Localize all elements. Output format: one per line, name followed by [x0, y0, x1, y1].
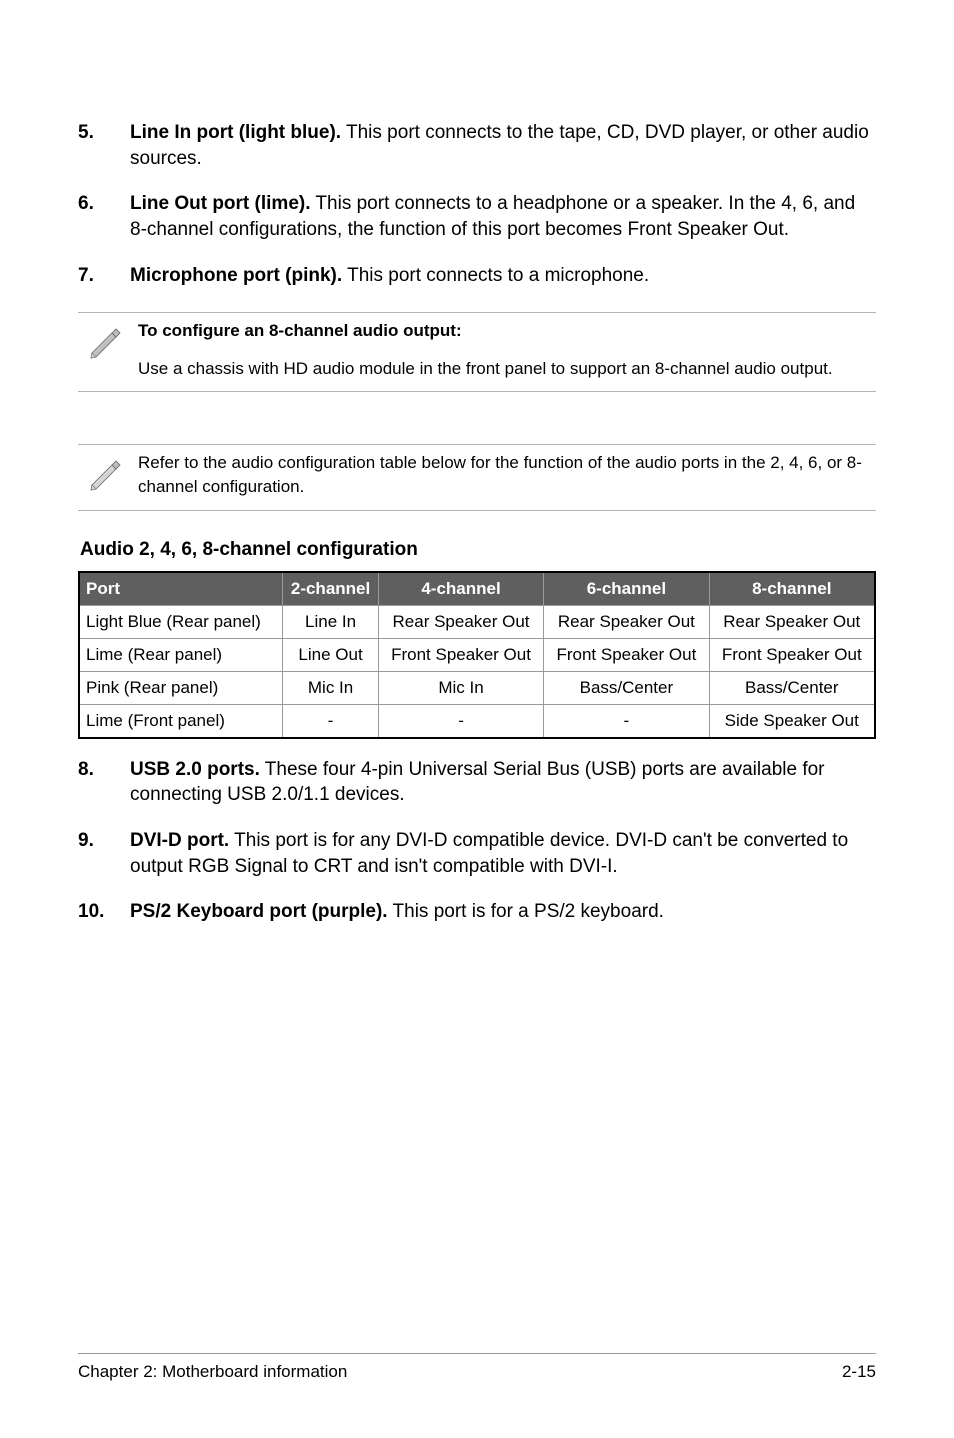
col-4ch: 4-channel: [378, 572, 543, 606]
cell: -: [378, 704, 543, 738]
cell: Rear Speaker Out: [378, 605, 543, 638]
list-bottom: 8. USB 2.0 ports. These four 4-pin Unive…: [78, 757, 876, 925]
item-text: This port is for a PS/2 keyboard.: [388, 901, 664, 922]
cell: Mic In: [283, 671, 379, 704]
footer-page-number: 2-15: [842, 1362, 876, 1382]
list-item: 9. DVI-D port. This port is for any DVI-…: [78, 828, 876, 879]
item-text: This port is for any DVI-D compatible de…: [130, 830, 848, 877]
note-block: Refer to the audio configuration table b…: [78, 444, 876, 511]
item-body: DVI-D port. This port is for any DVI-D c…: [130, 828, 876, 879]
col-6ch: 6-channel: [544, 572, 709, 606]
cell: Mic In: [378, 671, 543, 704]
item-number: 5.: [78, 120, 130, 171]
audio-config-table: Port 2-channel 4-channel 6-channel 8-cha…: [78, 571, 876, 739]
cell: Side Speaker Out: [709, 704, 875, 738]
cell: Front Speaker Out: [709, 638, 875, 671]
item-body: Microphone port (pink). This port connec…: [130, 263, 876, 289]
table-row: Pink (Rear panel) Mic In Mic In Bass/Cen…: [79, 671, 875, 704]
cell: Lime (Front panel): [79, 704, 283, 738]
cell: Rear Speaker Out: [544, 605, 709, 638]
cell: Bass/Center: [709, 671, 875, 704]
cell: Line In: [283, 605, 379, 638]
item-body: USB 2.0 ports. These four 4-pin Universa…: [130, 757, 876, 808]
table-row: Lime (Rear panel) Line Out Front Speaker…: [79, 638, 875, 671]
list-top: 5. Line In port (light blue). This port …: [78, 120, 876, 288]
item-number: 6.: [78, 191, 130, 242]
item-body: Line In port (light blue). This port con…: [130, 120, 876, 171]
table-row: Light Blue (Rear panel) Line In Rear Spe…: [79, 605, 875, 638]
list-item: 5. Line In port (light blue). This port …: [78, 120, 876, 171]
pencil-icon: [86, 319, 138, 368]
pencil-icon: [86, 451, 138, 500]
col-port: Port: [79, 572, 283, 606]
item-lead: Microphone port (pink).: [130, 265, 342, 286]
list-item: 6. Line Out port (lime). This port conne…: [78, 191, 876, 242]
item-lead: USB 2.0 ports.: [130, 759, 260, 780]
item-number: 7.: [78, 263, 130, 289]
cell: -: [283, 704, 379, 738]
note-text: Refer to the audio configuration table b…: [138, 451, 876, 499]
cell: Pink (Rear panel): [79, 671, 283, 704]
table-row: Lime (Front panel) - - - Side Speaker Ou…: [79, 704, 875, 738]
cell: Bass/Center: [544, 671, 709, 704]
footer-chapter: Chapter 2: Motherboard information: [78, 1362, 347, 1382]
page-footer: Chapter 2: Motherboard information 2-15: [78, 1353, 876, 1382]
item-body: Line Out port (lime). This port connects…: [130, 191, 876, 242]
cell: Front Speaker Out: [544, 638, 709, 671]
col-2ch: 2-channel: [283, 572, 379, 606]
note-text: To configure an 8-channel audio output: …: [138, 319, 876, 381]
note-body: Refer to the audio configuration table b…: [138, 451, 870, 499]
note-block: To configure an 8-channel audio output: …: [78, 312, 876, 392]
item-lead: DVI-D port.: [130, 830, 229, 851]
list-item: 7. Microphone port (pink). This port con…: [78, 263, 876, 289]
cell: Rear Speaker Out: [709, 605, 875, 638]
table-heading: Audio 2, 4, 6, 8-channel configuration: [80, 539, 876, 561]
cell: Front Speaker Out: [378, 638, 543, 671]
item-lead: PS/2 Keyboard port (purple).: [130, 901, 388, 922]
item-number: 8.: [78, 757, 130, 808]
item-lead: Line In port (light blue).: [130, 122, 341, 143]
list-item: 10. PS/2 Keyboard port (purple). This po…: [78, 899, 876, 925]
note-heading: To configure an 8-channel audio output:: [138, 319, 870, 343]
cell: -: [544, 704, 709, 738]
item-number: 9.: [78, 828, 130, 879]
cell: Line Out: [283, 638, 379, 671]
note-body: Use a chassis with HD audio module in th…: [138, 357, 870, 381]
item-lead: Line Out port (lime).: [130, 193, 311, 214]
item-number: 10.: [78, 899, 130, 925]
cell: Lime (Rear panel): [79, 638, 283, 671]
cell: Light Blue (Rear panel): [79, 605, 283, 638]
col-8ch: 8-channel: [709, 572, 875, 606]
list-item: 8. USB 2.0 ports. These four 4-pin Unive…: [78, 757, 876, 808]
table-header-row: Port 2-channel 4-channel 6-channel 8-cha…: [79, 572, 875, 606]
item-text: This port connects to a microphone.: [342, 265, 649, 286]
item-body: PS/2 Keyboard port (purple). This port i…: [130, 899, 876, 925]
